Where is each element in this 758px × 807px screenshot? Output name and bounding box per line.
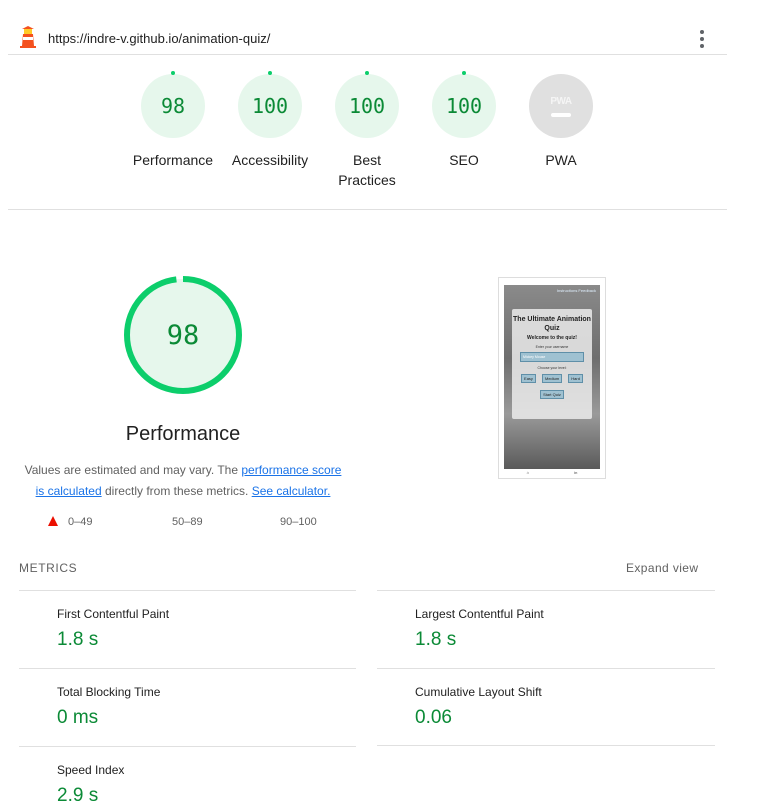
screenshot-nav: Instructions Feedback bbox=[556, 288, 596, 293]
legend-label: 90–100 bbox=[280, 516, 317, 528]
metric-value: 2.9 s bbox=[57, 785, 99, 806]
screenshot-easy: Easy bbox=[521, 374, 536, 383]
metric-value: 1.8 s bbox=[57, 629, 99, 650]
screenshot-hard: Hard bbox=[568, 374, 583, 383]
pwa-badge-text: PWA bbox=[550, 95, 572, 107]
gauge-score: 100 bbox=[348, 94, 386, 118]
legend-label: 0–49 bbox=[68, 516, 93, 528]
screenshot-choose-level: Choose your level: bbox=[537, 366, 567, 370]
desc-text: directly from these metrics. bbox=[101, 484, 252, 498]
gauge-pwa[interactable]: PWA PWA bbox=[511, 64, 611, 170]
metric-tbt: Total Blocking Time 0 ms bbox=[19, 668, 356, 747]
metric-value: 0 ms bbox=[57, 707, 99, 728]
gauge-score: 100 bbox=[251, 94, 289, 118]
metric-name: Total Blocking Time bbox=[57, 685, 161, 699]
page-screenshot[interactable]: Instructions Feedback The Ultimate Anima… bbox=[498, 277, 606, 479]
gauge-circle: 98 bbox=[141, 71, 205, 138]
gauge-accessibility[interactable]: 100 Accessibility bbox=[220, 64, 320, 170]
gauge-label: Best Practices bbox=[338, 152, 396, 188]
metric-cls: Cumulative Layout Shift 0.06 bbox=[377, 668, 715, 747]
metric-name: Speed Index bbox=[57, 763, 125, 777]
metric-si: Speed Index 2.9 s bbox=[19, 746, 356, 806]
metric-fcp: First Contentful Paint 1.8 s bbox=[19, 590, 356, 669]
report-topbar: https://indre-v.github.io/animation-quiz… bbox=[8, 22, 727, 55]
legend-label: 50–89 bbox=[172, 516, 203, 528]
gauge-label: Accessibility bbox=[231, 152, 309, 168]
screenshot-footer: ⌂ in bbox=[504, 469, 600, 476]
see-calculator-link[interactable]: See calculator. bbox=[252, 484, 331, 498]
screenshot-viewport: Instructions Feedback The Ultimate Anima… bbox=[504, 285, 600, 469]
gauge-best-practices[interactable]: 100 Best Practices bbox=[317, 64, 417, 190]
triangle-icon bbox=[48, 516, 58, 526]
metric-name: First Contentful Paint bbox=[57, 607, 170, 621]
linkedin-icon: in bbox=[574, 470, 578, 475]
metric-name: Largest Contentful Paint bbox=[415, 607, 544, 621]
divider bbox=[377, 745, 715, 746]
metrics-header: METRICS bbox=[19, 561, 78, 575]
legend-fail: 0–49 bbox=[48, 516, 92, 528]
screenshot-welcome: Welcome to the quiz! bbox=[527, 335, 577, 341]
gauge-label: Performance bbox=[132, 152, 214, 168]
gauge-score: 98 bbox=[167, 320, 200, 351]
metric-lcp: Largest Contentful Paint 1.8 s bbox=[377, 590, 715, 669]
screenshot-level-buttons: Easy Medium Hard bbox=[512, 374, 592, 383]
metric-value: 1.8 s bbox=[415, 629, 457, 650]
gauge-circle: 100 bbox=[335, 71, 399, 138]
metric-name: Cumulative Layout Shift bbox=[415, 685, 542, 699]
legend-pass: 90–100 bbox=[280, 516, 317, 528]
screenshot-input: Mickey Mouse bbox=[520, 352, 584, 362]
gauge-label: PWA bbox=[545, 152, 577, 168]
more-vert-icon[interactable] bbox=[696, 28, 708, 48]
github-icon: ⌂ bbox=[526, 470, 530, 475]
performance-gauge: 98 bbox=[124, 276, 242, 394]
legend-average: 50–89 bbox=[172, 516, 203, 528]
divider bbox=[8, 209, 727, 210]
pwa-badge-icon: PWA bbox=[529, 74, 593, 138]
gauge-circle: 100 bbox=[432, 71, 496, 138]
gauge-seo[interactable]: 100 SEO bbox=[414, 64, 514, 170]
screenshot-start: Start Quiz bbox=[540, 390, 564, 399]
gauge-label: SEO bbox=[449, 152, 479, 168]
screenshot-enter-name: Enter your username bbox=[535, 345, 569, 349]
metric-value: 0.06 bbox=[415, 707, 452, 728]
page-url[interactable]: https://indre-v.github.io/animation-quiz… bbox=[48, 31, 270, 46]
performance-description: Values are estimated and may vary. The p… bbox=[20, 460, 346, 502]
lighthouse-icon bbox=[20, 26, 36, 48]
desc-text: Values are estimated and may vary. The bbox=[24, 463, 242, 477]
gauge-circle: 100 bbox=[238, 71, 302, 138]
screenshot-medium: Medium bbox=[542, 374, 563, 383]
gauge-performance[interactable]: 98 Performance bbox=[123, 64, 223, 170]
performance-title: Performance bbox=[125, 423, 241, 445]
screenshot-title: The Ultimate Animation Quiz bbox=[513, 316, 591, 332]
gauge-score: 98 bbox=[160, 94, 186, 118]
gauge-score: 100 bbox=[445, 94, 483, 118]
expand-view-button[interactable]: Expand view bbox=[626, 561, 698, 575]
screenshot-card: The Ultimate Animation Quiz Welcome to t… bbox=[512, 309, 592, 419]
